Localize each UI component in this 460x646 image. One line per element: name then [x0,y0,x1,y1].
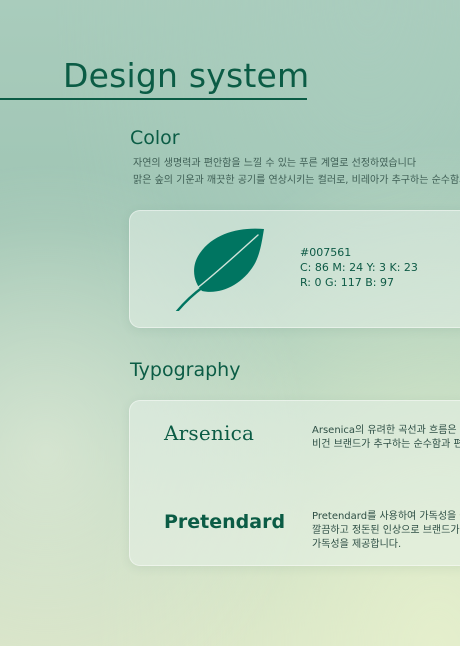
typography-card: Arsenica Arsenica의 유려한 곡선과 흐름은 비 비건 브랜드가… [129,400,460,566]
color-card: #007561 C: 86 M: 24 Y: 3 K: 23 R: 0 G: 1… [129,210,460,328]
font-description-arsenica: Arsenica의 유려한 곡선과 흐름은 비 비건 브랜드가 추구하는 순수함… [312,424,460,452]
title-underline [0,98,307,100]
color-description-line: 자연의 생명력과 편안함을 느낄 수 있는 푸른 계열로 선정하였습니다 [133,158,417,169]
typography-section-heading: Typography [130,359,241,381]
page-title: Design system [63,56,310,95]
color-description-line: 맑은 숲의 기운과 깨끗한 공기를 연상시키는 컬러로, 비레아가 추구하는 순… [133,175,460,186]
font-description-line: 비건 브랜드가 추구하는 순수함과 편 [312,439,460,450]
color-section-heading: Color [130,127,180,149]
font-description-line: Pretendard를 사용하여 가독성을 높 [312,511,460,522]
font-description-pretendard: Pretendard를 사용하여 가독성을 높 깔끔하고 정돈된 인상으로 브랜… [312,510,460,552]
leaf-icon [175,228,264,311]
color-info: #007561 C: 86 M: 24 Y: 3 K: 23 R: 0 G: 1… [300,245,418,290]
color-hex: #007561 [300,246,352,259]
font-description-line: Arsenica의 유려한 곡선과 흐름은 비 [312,425,460,436]
color-rgb: R: 0 G: 117 B: 97 [300,276,394,289]
color-cmyk: C: 86 M: 24 Y: 3 K: 23 [300,261,418,274]
color-description: 자연의 생명력과 편안함을 느낄 수 있는 푸른 계열로 선정하였습니다 맑은 … [133,155,460,189]
font-description-line: 가독성을 제공합니다. [312,539,402,550]
font-description-line: 깔끔하고 정돈된 인상으로 브랜드가 [312,525,460,536]
font-name-arsenica: Arsenica [164,421,255,445]
font-name-pretendard: Pretendard [164,511,286,533]
